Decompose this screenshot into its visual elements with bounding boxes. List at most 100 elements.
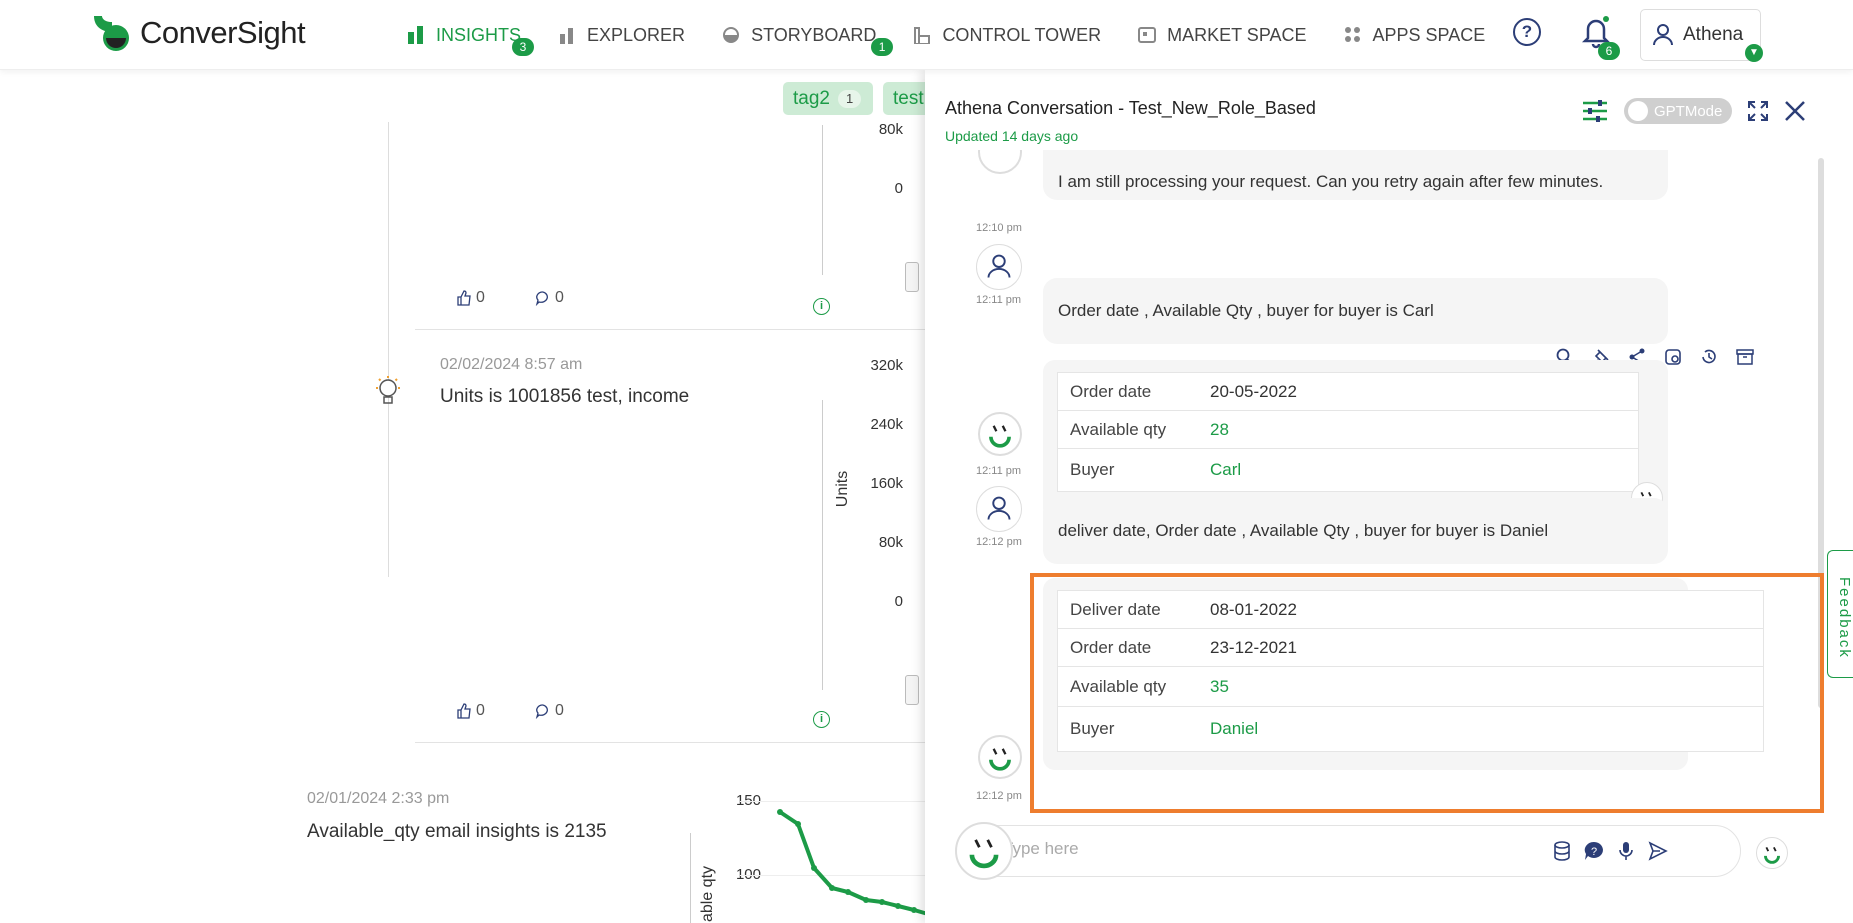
like-button[interactable]: 0 xyxy=(456,702,485,720)
card-divider xyxy=(415,329,930,330)
help-chat-icon[interactable]: ? xyxy=(1584,841,1604,861)
database-icon[interactable] xyxy=(1552,841,1572,861)
y-tick-label: 80k xyxy=(878,121,903,138)
feedback-tab[interactable]: Feedback xyxy=(1827,550,1853,678)
conversight-logo[interactable]: ConverSight xyxy=(90,14,306,52)
insights-badge: 3 xyxy=(512,38,534,56)
close-icon[interactable] xyxy=(1784,100,1806,122)
insight-text[interactable]: Units is 1001856 test, income xyxy=(440,386,689,408)
message-time: 12:11 pm xyxy=(976,294,1022,306)
apps-space-icon xyxy=(1344,27,1360,42)
main-nav: INSIGHTS 3 EXPLORER STORYBOARD 1 CONTROL… xyxy=(406,20,1521,56)
notification-count-badge: 6 xyxy=(1598,42,1620,60)
like-button[interactable]: 0 xyxy=(456,289,485,307)
timeline-line xyxy=(388,122,389,577)
explorer-icon xyxy=(560,28,574,44)
nav-market-space[interactable]: MARKET SPACE xyxy=(1137,20,1307,50)
insight-date: 02/02/2024 8:57 am xyxy=(440,356,583,373)
chart-axis-line xyxy=(690,833,691,923)
thumbs-up-icon xyxy=(457,703,471,719)
chat-input[interactable] xyxy=(1003,839,1563,859)
user-message-bubble: Order date , Available Qty , buyer for b… xyxy=(1043,278,1668,344)
comment-count: 0 xyxy=(555,702,564,719)
filter-settings-icon[interactable] xyxy=(1582,99,1608,123)
message-time: 12:12 pm xyxy=(976,790,1022,802)
expand-icon[interactable] xyxy=(1748,101,1768,121)
card-divider xyxy=(415,742,930,743)
nav-market-space-label: MARKET SPACE xyxy=(1167,24,1307,45)
nav-storyboard-label: STORYBOARD xyxy=(751,24,877,45)
info-icon[interactable]: i xyxy=(813,298,830,315)
archive-icon[interactable] xyxy=(1736,348,1754,366)
comment-icon xyxy=(535,291,548,306)
database-icon[interactable] xyxy=(1664,348,1682,366)
tag-chip[interactable]: tag2 1 xyxy=(783,82,873,115)
like-count: 0 xyxy=(476,289,485,306)
insight-date: 02/01/2024 2:33 pm xyxy=(307,790,450,807)
nav-insights[interactable]: INSIGHTS 3 xyxy=(406,20,534,56)
comment-count: 0 xyxy=(555,289,564,306)
nav-explorer[interactable]: EXPLORER xyxy=(557,20,685,50)
y-tick-label: 0 xyxy=(894,180,903,197)
nav-storyboard[interactable]: STORYBOARD 1 xyxy=(721,20,894,56)
toggle-knob xyxy=(1628,101,1648,121)
insights-feed xyxy=(0,70,930,923)
insight-text[interactable]: Available_qty email insights is 2135 xyxy=(307,821,607,843)
message-time: 12:10 pm xyxy=(976,222,1022,234)
nav-apps-space-label: APPS SPACE xyxy=(1372,24,1486,45)
bot-response-card: Order date 20-05-2022 Available qty 28 B… xyxy=(1043,360,1668,520)
nav-insights-label: INSIGHTS xyxy=(436,24,522,45)
bot-avatar-icon xyxy=(1756,837,1788,869)
market-space-icon xyxy=(1138,27,1157,43)
nav-apps-space[interactable]: APPS SPACE xyxy=(1343,20,1486,50)
comment-button[interactable]: 0 xyxy=(535,289,564,307)
user-avatar-icon xyxy=(976,244,1022,290)
chart-axis-line xyxy=(822,125,823,275)
bot-message-bubble: I am still processing your request. Can … xyxy=(1043,150,1668,200)
bot-avatar-icon xyxy=(978,412,1022,456)
table-row: Buyer Carl xyxy=(1058,449,1638,491)
history-icon[interactable] xyxy=(1700,348,1718,366)
y-tick-label: 320k xyxy=(870,357,903,374)
logo-text: ConverSight xyxy=(140,15,306,50)
user-message-bubble: deliver date, Order date , Available Qty… xyxy=(1043,498,1668,564)
gpt-mode-label: GPTMode xyxy=(1654,102,1723,120)
table-key: Order date xyxy=(1070,381,1152,401)
help-button[interactable]: ? xyxy=(1513,18,1541,46)
y-tick-label: 0 xyxy=(894,593,903,610)
like-count: 0 xyxy=(476,702,485,719)
table-value: 28 xyxy=(1210,419,1229,439)
line-series xyxy=(777,809,929,916)
nav-explorer-label: EXPLORER xyxy=(587,24,686,45)
info-icon[interactable]: i xyxy=(813,711,830,728)
result-table[interactable]: Order date 20-05-2022 Available qty 28 B… xyxy=(1057,372,1639,492)
comment-button[interactable]: 0 xyxy=(535,702,564,720)
top-navbar: ConverSight INSIGHTS 3 EXPLORER STORYBOA… xyxy=(0,0,1853,70)
lightbulb-icon xyxy=(376,376,400,404)
panel-title: Athena Conversation - Test_New_Role_Base… xyxy=(945,98,1316,118)
logo-mark-icon xyxy=(94,16,129,51)
chart-axis-line xyxy=(822,400,823,690)
bot-avatar-icon xyxy=(955,822,1013,880)
nav-control-tower[interactable]: CONTROL TOWER xyxy=(912,20,1101,50)
bot-avatar-icon xyxy=(978,150,1022,174)
bot-avatar-icon xyxy=(978,735,1022,779)
storyboard-badge: 1 xyxy=(871,38,894,56)
table-row: Available qty 28 xyxy=(1058,411,1638,449)
chart-range-handle[interactable] xyxy=(905,675,919,705)
table-value: Carl xyxy=(1210,460,1242,479)
user-avatar-icon xyxy=(976,486,1022,532)
message-time: 12:12 pm xyxy=(976,536,1022,548)
tag-count: 1 xyxy=(837,89,862,108)
microphone-icon[interactable] xyxy=(1616,841,1636,861)
svg-text:?: ? xyxy=(1591,846,1597,858)
table-key: Buyer xyxy=(1070,460,1115,479)
user-icon xyxy=(1653,24,1673,46)
table-value: 20-05-2022 xyxy=(1210,381,1297,401)
nav-control-tower-label: CONTROL TOWER xyxy=(942,24,1102,45)
chart-range-handle[interactable] xyxy=(905,262,919,292)
send-icon[interactable] xyxy=(1648,841,1668,861)
user-menu[interactable]: Athena xyxy=(1640,9,1761,61)
user-dropdown-caret-icon[interactable]: ▼ xyxy=(1745,44,1763,62)
gpt-mode-toggle[interactable]: GPTMode xyxy=(1624,98,1732,124)
